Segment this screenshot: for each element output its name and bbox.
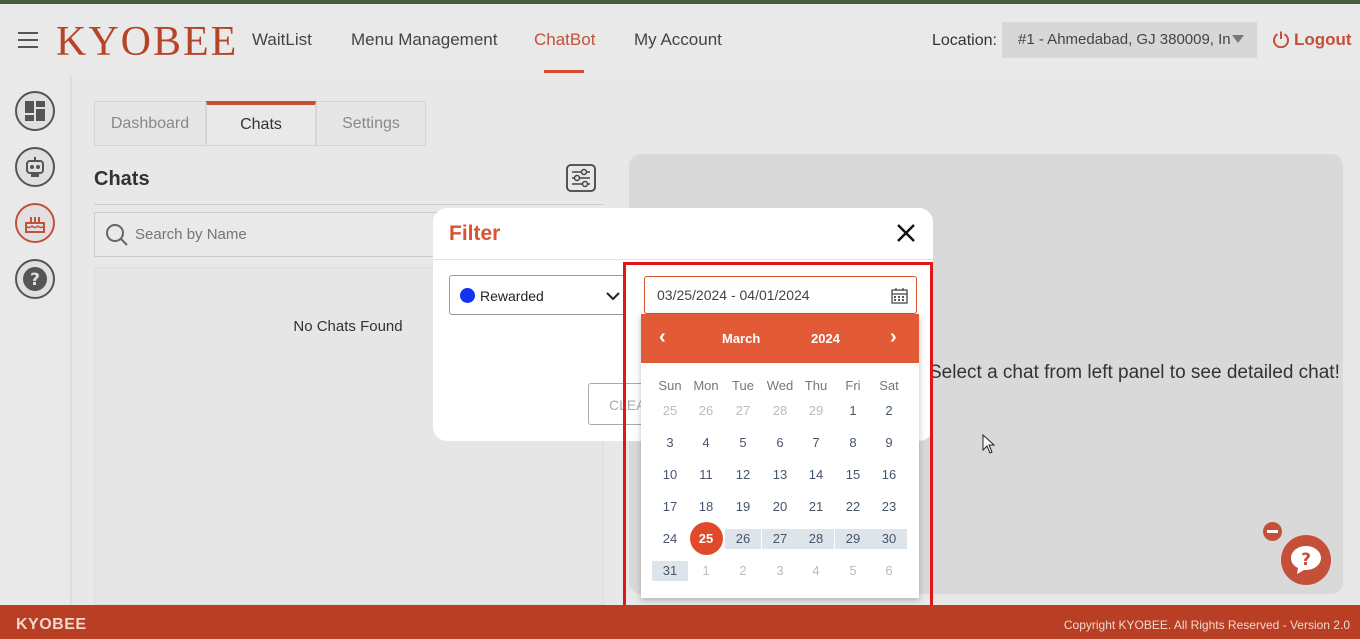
chevron-down-icon (606, 292, 620, 301)
svg-text:?: ? (1301, 550, 1311, 570)
help-icon[interactable]: ? (15, 259, 55, 299)
filter-icon[interactable] (566, 164, 596, 192)
footer-logo: KYOBEE (16, 616, 87, 633)
robot-icon[interactable] (15, 147, 55, 187)
highlight-annotation (623, 262, 933, 615)
status-dot (460, 288, 475, 303)
location-select[interactable]: #1 - Ahmedabad, GJ 380009, In (1002, 22, 1257, 58)
status-select[interactable]: Rewarded (449, 275, 626, 315)
left-rail: ? (0, 76, 72, 605)
status-select-value: Rewarded (480, 288, 544, 304)
nav-my-account[interactable]: My Account (634, 30, 722, 50)
menu-icon[interactable] (18, 32, 38, 48)
nav-waitlist[interactable]: WaitList (252, 30, 312, 50)
help-chat-button[interactable]: ? (1281, 535, 1331, 585)
cake-icon[interactable] (15, 203, 55, 243)
logout-label: Logout (1294, 30, 1352, 49)
filter-modal-title: Filter (449, 222, 501, 245)
close-icon[interactable] (895, 222, 917, 244)
location-label: Location: (932, 32, 997, 49)
power-icon (1273, 31, 1289, 49)
dashboard-icon[interactable] (15, 91, 55, 131)
chats-title: Chats (94, 168, 150, 190)
tab-settings[interactable]: Settings (316, 101, 426, 146)
tab-dashboard[interactable]: Dashboard (94, 101, 206, 146)
logout-button[interactable]: Logout (1272, 30, 1352, 50)
close-icon[interactable] (1263, 522, 1282, 541)
svg-text:?: ? (30, 270, 40, 290)
app-footer: KYOBEE Copyright KYOBEE. All Rights Rese… (0, 605, 1360, 639)
mouse-cursor (982, 433, 996, 459)
app-header: KYOBEE WaitList Menu Management ChatBot … (0, 4, 1360, 76)
chat-detail-placeholder: Select a chat from left panel to see det… (929, 362, 1340, 383)
nav-menu-management[interactable]: Menu Management (351, 30, 497, 50)
footer-copyright: Copyright KYOBEE. All Rights Reserved - … (1063, 618, 1350, 632)
nav-chatbot[interactable]: ChatBot (534, 30, 595, 50)
chevron-down-icon[interactable] (1232, 35, 1244, 43)
divider (94, 204, 604, 205)
kyobee-logo[interactable]: KYOBEE (56, 18, 238, 66)
nav-active-indicator (544, 70, 584, 73)
divider (433, 259, 933, 260)
tab-chats[interactable]: Chats (206, 101, 316, 146)
question-chat-icon: ? (1291, 546, 1321, 574)
search-icon (106, 224, 128, 246)
